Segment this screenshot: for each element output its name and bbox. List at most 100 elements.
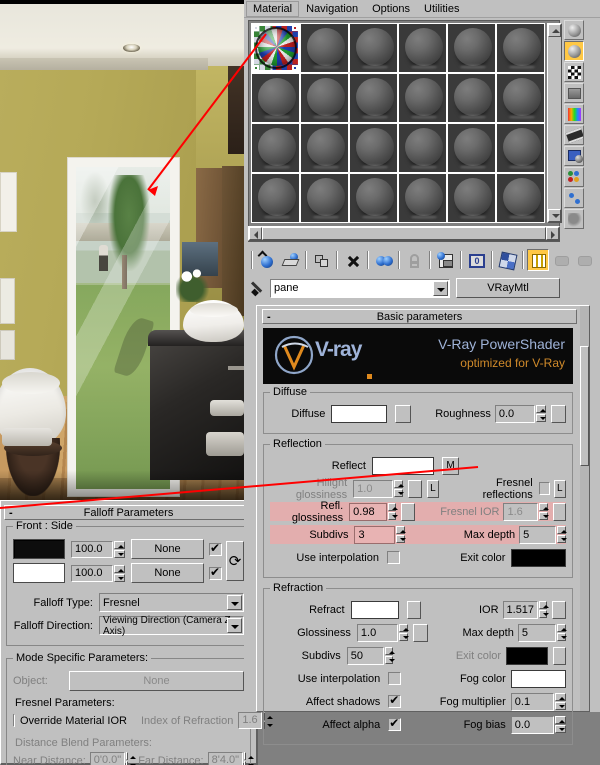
front-amount-spinner[interactable] bbox=[114, 540, 125, 558]
refraction-exit-color-map-button[interactable] bbox=[552, 646, 566, 665]
fresnel-lock-button[interactable]: L bbox=[553, 479, 566, 498]
side-color-swatch[interactable] bbox=[13, 563, 65, 583]
parameters-vertical-scrollbar[interactable] bbox=[580, 306, 589, 711]
object-pick-button[interactable]: None bbox=[69, 671, 244, 691]
front-amount-field[interactable]: 100.0 bbox=[71, 540, 113, 558]
chevron-down-icon[interactable] bbox=[433, 280, 448, 296]
reflection-exit-color-swatch[interactable] bbox=[511, 548, 566, 567]
go-to-parent-icon[interactable] bbox=[550, 249, 572, 271]
sample-slot-3[interactable] bbox=[349, 23, 398, 73]
refraction-exit-color-swatch[interactable] bbox=[506, 646, 548, 665]
refl-glossiness-field[interactable]: 0.98 bbox=[349, 502, 387, 521]
sample-slot-23[interactable] bbox=[447, 173, 496, 223]
sample-slot-21[interactable] bbox=[349, 173, 398, 223]
sample-slot-15[interactable] bbox=[349, 123, 398, 173]
fresnel-reflections-checkbox[interactable] bbox=[538, 482, 550, 495]
select-by-material-icon[interactable] bbox=[564, 167, 584, 187]
reset-map-material-icon[interactable] bbox=[341, 249, 363, 271]
basic-parameters-rollout-header[interactable]: - Basic parameters bbox=[262, 309, 577, 324]
sample-slot-8[interactable] bbox=[300, 73, 349, 123]
refraction-glossiness-field[interactable]: 1.0 bbox=[356, 623, 399, 642]
sample-slot-22[interactable] bbox=[398, 173, 447, 223]
sample-slot-12[interactable] bbox=[496, 73, 545, 123]
near-distance-spinner[interactable] bbox=[126, 752, 137, 765]
front-map-button[interactable]: None bbox=[131, 539, 204, 559]
sample-slot-24[interactable] bbox=[496, 173, 545, 223]
show-end-result-icon[interactable] bbox=[527, 249, 549, 271]
refraction-use-interpolation-checkbox[interactable] bbox=[388, 672, 402, 685]
make-preview-icon[interactable] bbox=[564, 125, 584, 145]
far-distance-spinner[interactable] bbox=[244, 752, 255, 765]
sample-type-icon[interactable] bbox=[564, 20, 584, 40]
sample-slot-10[interactable] bbox=[398, 73, 447, 123]
sample-slot-20[interactable] bbox=[300, 173, 349, 223]
refraction-ior-spinner[interactable] bbox=[538, 601, 549, 618]
sample-slot-17[interactable] bbox=[447, 123, 496, 173]
falloff-rollout-header[interactable]: - Falloff Parameters bbox=[4, 505, 253, 520]
sample-slot-16[interactable] bbox=[398, 123, 447, 173]
reflection-max-depth-spinner[interactable] bbox=[557, 526, 567, 543]
scroll-right-button[interactable] bbox=[546, 227, 559, 240]
swap-front-side-button[interactable]: ⟳ bbox=[226, 541, 244, 581]
fog-multiplier-spinner[interactable] bbox=[555, 693, 566, 710]
hscroll-thumb[interactable] bbox=[262, 227, 546, 240]
near-distance-field[interactable]: 0'0.0" bbox=[89, 752, 126, 765]
fresnel-ior-map-button[interactable] bbox=[552, 502, 567, 521]
fog-color-swatch[interactable] bbox=[510, 669, 566, 688]
put-to-library-icon[interactable] bbox=[434, 249, 456, 271]
hilight-glossiness-spinner[interactable] bbox=[393, 480, 404, 497]
fresnel-ior-field[interactable]: 1.6 bbox=[503, 502, 539, 521]
sample-slot-5[interactable] bbox=[447, 23, 496, 73]
parameters-scroll-thumb[interactable] bbox=[580, 346, 589, 466]
material-effects-id-icon[interactable]: 0 bbox=[465, 249, 487, 271]
sample-uv-tiling-icon[interactable] bbox=[564, 83, 584, 103]
hilight-glossiness-lock-button[interactable]: L bbox=[426, 479, 440, 498]
basic-parameters-rollout-toggle[interactable]: - bbox=[267, 310, 271, 325]
material-type-button[interactable]: VRayMtl bbox=[456, 278, 560, 298]
sample-slot-9[interactable] bbox=[349, 73, 398, 123]
slots-vertical-scrollbar[interactable] bbox=[547, 23, 562, 223]
options-icon[interactable] bbox=[564, 146, 584, 166]
menu-utilities[interactable]: Utilities bbox=[417, 0, 467, 17]
refraction-ior-field[interactable]: 1.517 bbox=[502, 600, 538, 619]
refraction-glossiness-spinner[interactable] bbox=[399, 624, 410, 641]
refraction-max-depth-field[interactable]: 5 bbox=[517, 623, 556, 642]
roughness-field[interactable]: 0.0 bbox=[494, 404, 535, 423]
falloff-rollout-toggle[interactable]: - bbox=[9, 506, 13, 521]
hilight-glossiness-map-button[interactable] bbox=[407, 479, 422, 498]
refraction-ior-map-button[interactable] bbox=[552, 600, 567, 619]
fog-multiplier-field[interactable]: 0.1 bbox=[510, 692, 555, 711]
refract-color-swatch[interactable] bbox=[350, 600, 400, 619]
put-material-to-scene-icon[interactable] bbox=[279, 249, 301, 271]
falloff-type-dropdown[interactable]: Fresnel bbox=[99, 593, 244, 612]
scroll-left-button[interactable] bbox=[249, 227, 262, 240]
reflection-subdivs-spinner[interactable] bbox=[395, 526, 406, 543]
sample-slot-7[interactable] bbox=[251, 73, 300, 123]
reflection-use-interpolation-checkbox[interactable] bbox=[386, 551, 400, 564]
go-forward-to-sibling-icon[interactable] bbox=[573, 249, 595, 271]
sample-slot-18[interactable] bbox=[496, 123, 545, 173]
scroll-up-button[interactable] bbox=[548, 24, 561, 37]
sample-slot-4[interactable] bbox=[398, 23, 447, 73]
backlight-icon[interactable] bbox=[564, 41, 584, 61]
material-map-navigator-icon[interactable] bbox=[564, 188, 584, 208]
affect-shadows-checkbox[interactable] bbox=[388, 693, 402, 708]
fresnel-ior-spinner[interactable] bbox=[539, 503, 550, 520]
fog-bias-spinner[interactable] bbox=[555, 716, 566, 733]
side-amount-spinner[interactable] bbox=[114, 564, 125, 582]
pick-material-icon[interactable] bbox=[564, 209, 584, 229]
material-name-input[interactable]: pane bbox=[270, 278, 450, 298]
get-material-icon[interactable] bbox=[256, 249, 278, 271]
video-color-check-icon[interactable] bbox=[564, 104, 584, 124]
make-unique-icon[interactable] bbox=[403, 249, 425, 271]
menu-navigation[interactable]: Navigation bbox=[299, 0, 366, 17]
reflect-color-swatch[interactable] bbox=[372, 456, 434, 475]
sample-slot-19[interactable] bbox=[251, 173, 300, 223]
hilight-glossiness-field[interactable]: 1.0 bbox=[353, 479, 393, 498]
reflection-max-depth-field[interactable]: 5 bbox=[519, 525, 556, 544]
refl-glossiness-spinner[interactable] bbox=[387, 503, 399, 520]
sample-slot-13[interactable] bbox=[251, 123, 300, 173]
front-color-swatch[interactable] bbox=[13, 539, 65, 559]
roughness-spinner[interactable] bbox=[535, 405, 546, 422]
side-map-enable-checkbox[interactable] bbox=[209, 565, 222, 580]
